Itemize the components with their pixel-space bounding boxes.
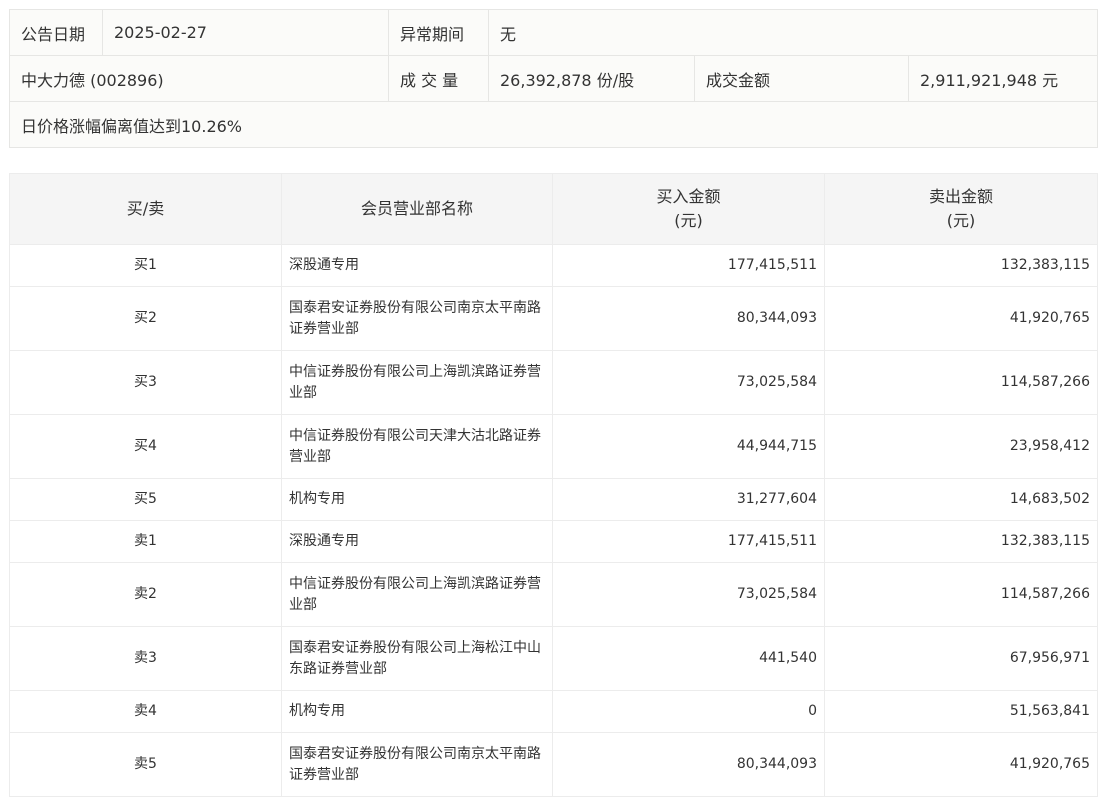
cell-buy: 0 [552, 690, 825, 733]
date-label: 公告日期 [9, 9, 103, 56]
cell-side: 卖2 [9, 562, 282, 627]
header-buy-unit: (元) [674, 211, 703, 230]
cell-sell: 114,587,266 [824, 350, 1098, 415]
period-label: 异常期间 [388, 9, 489, 56]
table-header: 买/卖 会员营业部名称 买入金额 (元) 卖出金额 (元) [9, 173, 1098, 245]
cell-buy: 441,540 [552, 626, 825, 691]
table-row: 买1 深股通专用 177,415,511 132,383,115 [9, 244, 1098, 287]
cell-sell: 114,587,266 [824, 562, 1098, 627]
table-row: 买3 中信证券股份有限公司上海凯滨路证券营业部 73,025,584 114,587,… [9, 350, 1098, 415]
cell-buy: 177,415,511 [552, 244, 825, 287]
cell-name: 中信证券股份有限公司天津大沽北路证券营业部 [281, 414, 553, 479]
cell-sell: 132,383,115 [824, 244, 1098, 287]
header-sell-unit: (元) [946, 211, 976, 230]
cell-side: 卖3 [9, 626, 282, 691]
cell-buy: 31,277,604 [552, 478, 825, 521]
amount-value: 2,911,921,948 元 [907, 55, 1099, 102]
cell-name: 机构专用 [281, 478, 553, 521]
cell-name: 国泰君安证券股份有限公司上海松江中山东路证券营业部 [281, 626, 553, 691]
cell-side: 买3 [9, 350, 282, 415]
table-row: 卖3 国泰君安证券股份有限公司上海松江中山东路证券营业部 441,540 67,956… [9, 626, 1098, 691]
cell-sell: 14,683,502 [824, 478, 1098, 521]
cell-buy: 177,415,511 [552, 520, 825, 563]
cell-name: 中信证券股份有限公司上海凯滨路证券营业部 [281, 562, 553, 627]
header-name: 会员营业部名称 [281, 173, 553, 245]
cell-name: 国泰君安证券股份有限公司南京太平南路证券营业部 [281, 732, 553, 797]
cell-sell: 23,958,412 [824, 414, 1098, 479]
trading-seats-table: 买/卖 会员营业部名称 买入金额 (元) 卖出金额 (元) 买1 深股通专用 177,4… [9, 173, 1098, 797]
cell-buy: 73,025,584 [552, 350, 825, 415]
cell-sell: 132,383,115 [824, 520, 1098, 563]
volume-label: 成 交 量 [388, 55, 489, 102]
header-buy: 买入金额 (元) [552, 173, 825, 245]
cell-name: 深股通专用 [281, 520, 553, 563]
table-row: 卖1 深股通专用 177,415,511 132,383,115 [9, 520, 1098, 563]
table-row: 卖5 国泰君安证券股份有限公司南京太平南路证券营业部 80,344,093 41,92… [9, 732, 1098, 797]
header-buy-label: 买入金额 [656, 187, 721, 206]
cell-side: 卖1 [9, 520, 282, 563]
table-row: 买5 机构专用 31,277,604 14,683,502 [9, 478, 1098, 521]
cell-sell: 41,920,765 [824, 732, 1098, 797]
header-sell-label: 卖出金额 [928, 187, 993, 206]
announcement-info-table: 公告日期 2025-02-27 异常期间 无 中大力德 (002896) 成 交… [8, 9, 1099, 148]
table-row: 卖2 中信证券股份有限公司上海凯滨路证券营业部 73,025,584 114,587,… [9, 562, 1098, 627]
cell-buy: 80,344,093 [552, 732, 825, 797]
table-row: 买4 中信证券股份有限公司天津大沽北路证券营业部 44,944,715 23,958,… [9, 414, 1098, 479]
date-value: 2025-02-27 [102, 9, 389, 56]
cell-side: 卖4 [9, 690, 282, 733]
cell-side: 卖5 [9, 732, 282, 797]
cell-buy: 44,944,715 [552, 414, 825, 479]
cell-side: 买5 [9, 478, 282, 521]
table-row: 买2 国泰君安证券股份有限公司南京太平南路证券营业部 80,344,093 41,92… [9, 286, 1098, 351]
cell-side: 买4 [9, 414, 282, 479]
stock-name: 中大力德 (002896) [9, 55, 389, 102]
cell-sell: 67,956,971 [824, 626, 1098, 691]
cell-buy: 73,025,584 [552, 562, 825, 627]
period-value: 无 [487, 9, 1099, 56]
amount-label: 成交金额 [694, 55, 909, 102]
cell-side: 买2 [9, 286, 282, 351]
cell-name: 国泰君安证券股份有限公司南京太平南路证券营业部 [281, 286, 553, 351]
cell-name: 中信证券股份有限公司上海凯滨路证券营业部 [281, 350, 553, 415]
cell-buy: 80,344,093 [552, 286, 825, 351]
cell-side: 买1 [9, 244, 282, 287]
volume-value: 26,392,878 份/股 [488, 55, 695, 102]
cell-name: 深股通专用 [281, 244, 553, 287]
cell-sell: 41,920,765 [824, 286, 1098, 351]
header-sell: 卖出金额 (元) [824, 173, 1098, 245]
reason: 日价格涨幅偏离值达到10.26% [8, 101, 1099, 148]
cell-name: 机构专用 [281, 690, 553, 733]
cell-sell: 51,563,841 [824, 690, 1098, 733]
table-row: 卖4 机构专用 0 51,563,841 [9, 690, 1098, 733]
header-side: 买/卖 [9, 173, 282, 245]
